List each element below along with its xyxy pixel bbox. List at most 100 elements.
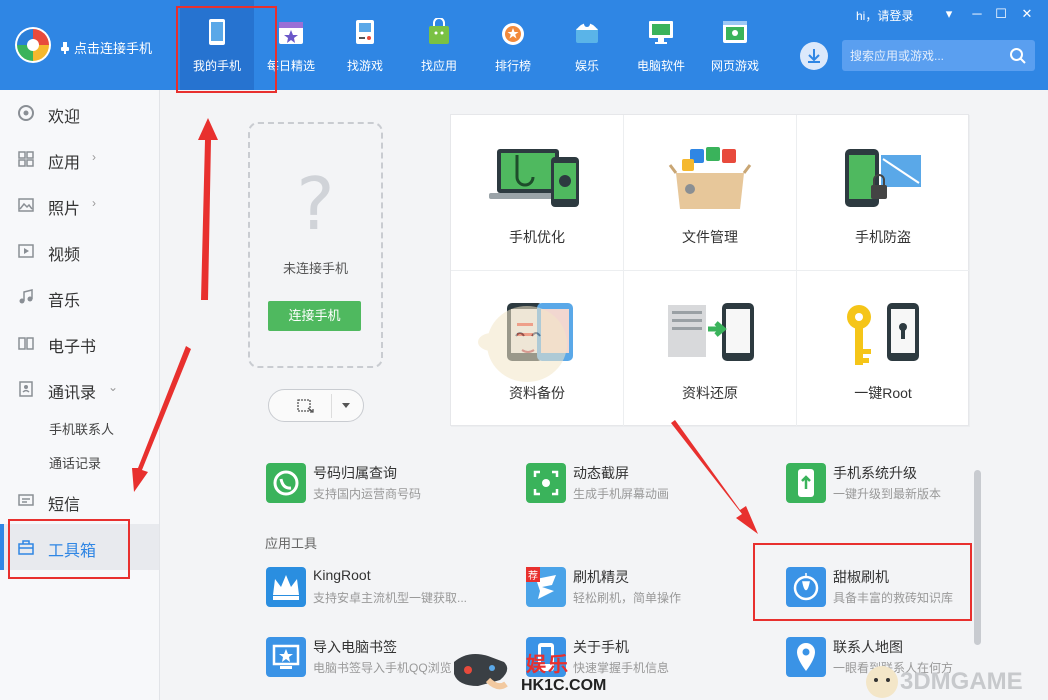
watermark-hk1c: HK1C.COM xyxy=(521,677,607,694)
nav-tab-4[interactable]: 排行榜 xyxy=(476,0,550,90)
menu-icon[interactable]: ▾ xyxy=(940,6,958,22)
sidebar: 欢迎 应用 › 照片 › 视频 音乐 电子书 通讯录 ⌄ 短信 工具箱 手机联系人 通话记录 xyxy=(0,90,160,700)
screenshot-icon xyxy=(297,399,314,413)
screen-capture-icon xyxy=(526,463,566,503)
search-box[interactable] xyxy=(842,40,1035,71)
nav-tab-6[interactable]: 电脑软件 xyxy=(624,0,698,90)
bookmark-icon xyxy=(266,637,306,677)
tool-description: 生成手机屏幕动画 xyxy=(573,487,670,501)
login-link[interactable]: hi，请登录 xyxy=(856,7,913,24)
search-input[interactable] xyxy=(850,46,1010,66)
close-icon[interactable]: ✕ xyxy=(1018,6,1036,22)
section-title-app-tools: 应用工具 xyxy=(265,536,318,551)
tool-name: 手机系统升级 xyxy=(833,465,917,481)
feature-phone-antitheft[interactable]: 手机防盗 xyxy=(797,115,970,271)
book-icon xyxy=(18,337,34,350)
nav-tab-7[interactable]: 网页游戏 xyxy=(698,0,772,90)
tool-description: 快速掌握手机信息 xyxy=(573,661,670,675)
highlight-box-my-phone xyxy=(176,6,277,93)
feature-phone-optimize[interactable]: 手机优化 xyxy=(451,115,624,271)
app-logo-icon[interactable] xyxy=(14,26,52,64)
data-restore-icon xyxy=(668,303,754,361)
file-manager-icon xyxy=(668,147,752,209)
maximize-icon[interactable]: ☐ xyxy=(992,6,1010,22)
root-key-icon xyxy=(847,303,919,365)
sidebar-item-2[interactable]: 照片 › xyxy=(0,182,159,228)
calendar-star-icon xyxy=(279,22,303,44)
nav-tab-2[interactable]: 找游戏 xyxy=(328,0,402,90)
phone-lookup-icon xyxy=(266,463,306,503)
sidebar-item-6[interactable]: 通讯录 ⌄ xyxy=(0,366,159,412)
phone-status-text: 未连接手机 xyxy=(282,261,348,276)
sidebar-item-label: 通讯录 xyxy=(48,385,97,402)
tool-name: 导入电脑书签 xyxy=(313,639,397,655)
download-manager-button[interactable] xyxy=(800,42,828,70)
chevron-icon: ⌄ xyxy=(108,380,119,394)
chevron-down-icon[interactable] xyxy=(341,402,351,410)
sidebar-item-1[interactable]: 应用 › xyxy=(0,136,159,182)
tool-description: 支持安卓主流机型一键获取... xyxy=(313,591,468,605)
web-game-icon xyxy=(723,21,747,43)
feature-data-restore[interactable]: 资料还原 xyxy=(624,271,797,427)
apps-grid-icon xyxy=(18,151,34,167)
feature-one-click-root[interactable]: 一键Root xyxy=(797,271,970,427)
highlight-box-pepper-flash xyxy=(753,543,972,621)
contact-map-icon xyxy=(786,637,826,677)
watermark-3dmgame: 3DMGAME xyxy=(900,668,1023,695)
scrollbar[interactable] xyxy=(974,470,981,645)
sidebar-item-0[interactable]: 欢迎 xyxy=(0,90,159,136)
gamepad-icon xyxy=(356,20,374,44)
entertainment-icon xyxy=(576,21,598,43)
feature-file-manager[interactable]: 文件管理 xyxy=(624,115,797,271)
top-bar: 点击连接手机 我的手机 每日精选 找游戏 找应用 排行榜 娱乐 电脑软件 网页游戏 hi，请登… xyxy=(0,0,1048,90)
download-icon xyxy=(808,49,820,63)
sidebar-item-5[interactable]: 电子书 xyxy=(0,320,159,366)
feature-label: 一键Root xyxy=(854,385,912,401)
phone-optimize-icon xyxy=(489,149,579,207)
monitor-icon xyxy=(649,21,673,44)
feature-label: 手机防盗 xyxy=(855,229,911,245)
tool-item-crown[interactable]: KingRoot 支持安卓主流机型一键获取... xyxy=(266,567,506,613)
watermark-playfun: 娱乐 xyxy=(526,654,570,676)
photo-icon xyxy=(18,198,34,212)
sidebar-subitem-call-log[interactable]: 通话记录 xyxy=(49,453,101,472)
music-icon xyxy=(19,289,33,304)
nav-tab-label: 找应用 xyxy=(420,59,457,73)
connect-phone-link[interactable]: 点击连接手机 xyxy=(60,38,152,57)
search-icon[interactable] xyxy=(1009,47,1027,65)
video-icon xyxy=(18,244,34,258)
arrow-up xyxy=(198,118,218,300)
connect-phone-label: 点击连接手机 xyxy=(74,41,153,56)
minimize-icon[interactable]: ─ xyxy=(968,6,986,21)
chevron-icon: › xyxy=(92,150,96,164)
feature-label: 资料备份 xyxy=(509,385,565,401)
nav-tab-3[interactable]: 找应用 xyxy=(402,0,476,90)
sidebar-item-label: 照片 xyxy=(48,201,81,218)
tool-name: 号码归属查询 xyxy=(313,465,397,481)
gamepad-hand-icon xyxy=(454,654,508,690)
tool-item-screen-capture[interactable]: 动态截屏 生成手机屏幕动画 xyxy=(526,463,766,509)
tool-name: 联系人地图 xyxy=(833,639,903,655)
tool-name: KingRoot xyxy=(313,567,371,583)
chevron-icon: › xyxy=(92,196,96,210)
sidebar-item-4[interactable]: 音乐 xyxy=(0,274,159,320)
screenshot-button[interactable] xyxy=(268,389,364,422)
sms-icon xyxy=(18,494,34,506)
connect-phone-button[interactable]: 连接手机 xyxy=(268,301,361,331)
nav-tab-5[interactable]: 娱乐 xyxy=(550,0,624,90)
sidebar-item-label: 欢迎 xyxy=(48,109,81,126)
tool-item-flash-elf[interactable]: 荐 刷机精灵 轻松刷机，简单操作 xyxy=(526,567,766,613)
tool-item-phone-lookup[interactable]: 号码归属查询 支持国内运营商号码 xyxy=(266,463,506,509)
nav-tab-label: 网页游戏 xyxy=(710,59,759,73)
nav-tab-label: 找游戏 xyxy=(346,59,383,73)
tool-item-system-upgrade[interactable]: 手机系统升级一键升级到最新版本 xyxy=(786,463,1026,509)
medal-icon xyxy=(502,23,524,45)
tool-name: 刷机精灵 xyxy=(573,569,629,585)
nav-tab-label: 娱乐 xyxy=(574,59,599,73)
sidebar-subitem-phone-contacts[interactable]: 手机联系人 xyxy=(49,419,114,438)
tool-description: 一键升级到最新版本 xyxy=(833,487,942,501)
sidebar-item-3[interactable]: 视频 xyxy=(0,228,159,274)
highlight-box-toolbox xyxy=(8,519,130,579)
nav-tab-label: 电脑软件 xyxy=(636,59,685,73)
sidebar-item-7[interactable]: 短信 xyxy=(0,478,159,524)
